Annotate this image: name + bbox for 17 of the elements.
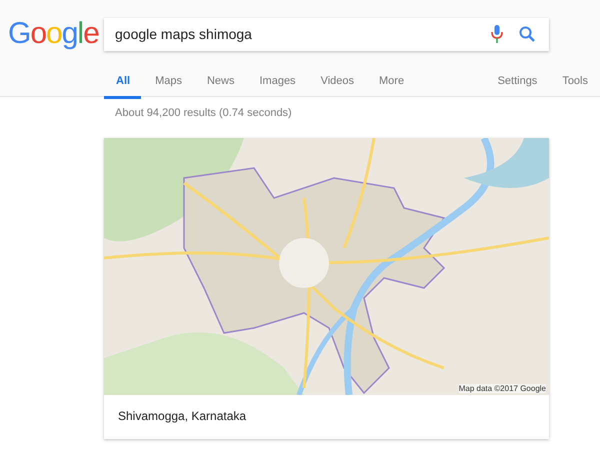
search-tab[interactable]: All [104, 70, 142, 99]
search-tab[interactable]: Maps [144, 70, 193, 99]
search-icon[interactable] [519, 26, 535, 42]
place-name[interactable]: Shivamogga, Karnataka [104, 395, 549, 439]
search-query[interactable]: google maps shimoga [115, 26, 491, 42]
search-bar[interactable]: google maps shimoga [104, 18, 549, 50]
search-tab[interactable]: Images [248, 70, 307, 99]
result-stats: About 94,200 results (0.74 seconds) [114, 106, 293, 121]
map-card[interactable]: Map data ©2017 Google Shivamogga, Karnataka [104, 138, 549, 439]
tool-link[interactable]: Settings [472, 70, 538, 96]
map-attribution: Map data ©2017 Google [458, 384, 546, 393]
google-logo[interactable]: Google [8, 17, 96, 51]
search-tab[interactable]: More [368, 70, 416, 99]
search-tab[interactable]: Videos [310, 70, 365, 99]
tool-link[interactable]: Tools [537, 70, 588, 96]
search-tab[interactable]: News [196, 70, 246, 99]
microphone-icon[interactable] [491, 25, 503, 43]
